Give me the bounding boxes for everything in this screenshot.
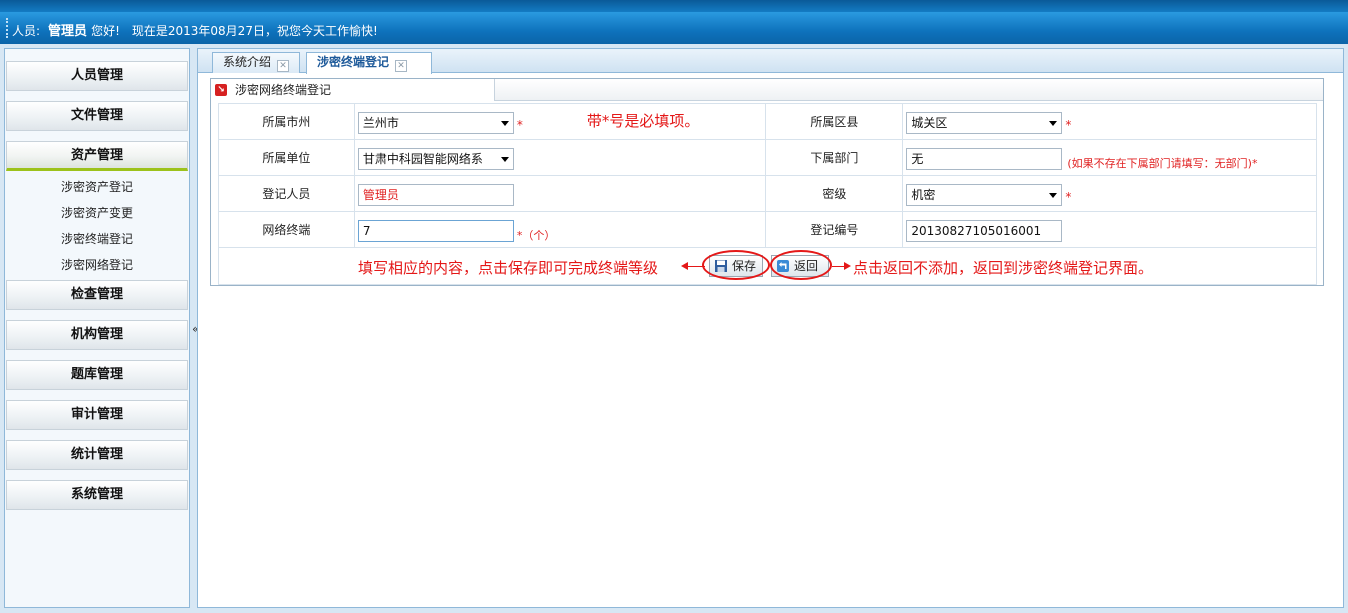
top-header: 人员: 管理员 您好! 现在是2013年08月27日，祝您今天工作愉快!	[0, 0, 1348, 44]
dept-label: 下属部门	[765, 139, 904, 176]
menu-statistics[interactable]: 统计管理	[6, 440, 188, 470]
dropdown-arrow-icon	[500, 157, 509, 162]
dropdown-arrow-icon	[1049, 121, 1058, 126]
required-star: *	[516, 118, 523, 132]
datetime-text: 现在是2013年08月27日，祝您今天工作愉快!	[131, 24, 378, 38]
action-row: 填写相应的内容，点击保存即可完成终端等级 保存 返回 点击返回不添加，返回到涉密…	[219, 248, 1316, 284]
county-select[interactable]: 城关区	[906, 112, 1063, 134]
form-panel: ↘ 涉密网络终端登记 所属市州 兰州市 * 带*号是必填项。 所属区县 城关区 …	[210, 78, 1324, 286]
submenu-secret-asset-register[interactable]: 涉密资产登记	[5, 174, 189, 200]
menu-system[interactable]: 系统管理	[6, 480, 188, 510]
menu-files[interactable]: 文件管理	[6, 101, 188, 131]
unit-label: 所属单位	[218, 139, 355, 176]
city-select[interactable]: 兰州市	[357, 112, 514, 134]
user-label: 人员:	[12, 24, 41, 38]
annotation-arrow-left-icon	[681, 262, 688, 270]
submenu-secret-asset-change[interactable]: 涉密资产变更	[5, 200, 189, 226]
tab-label: 涉密终端登记	[317, 55, 390, 69]
panel-title: 涉密网络终端登记	[235, 83, 332, 97]
city-value: 兰州市	[362, 116, 399, 130]
user-name: 管理员	[48, 24, 88, 39]
greeting: 人员: 管理员 您好! 现在是2013年08月27日，祝您今天工作愉快!	[12, 20, 378, 39]
tab-label: 系统介绍	[223, 55, 272, 69]
dept-note: (如果不存在下属部门请填写：无部门)*	[1067, 157, 1258, 170]
back-annotation: 点击返回不添加，返回到涉密终端登记界面。	[853, 259, 1154, 277]
secret-level-label: 密级	[765, 175, 904, 212]
terminal-count-input[interactable]: 7	[357, 220, 514, 242]
tab-close-icon[interactable]: ✕	[395, 60, 408, 72]
sidebar: 人员管理 文件管理 资产管理 涉密资产登记 涉密资产变更 涉密终端登记 涉密网络…	[4, 48, 190, 608]
annotation-arrow-right-icon	[844, 262, 851, 270]
dropdown-arrow-icon	[500, 121, 509, 126]
submenu-secret-network-register[interactable]: 涉密网络登记	[5, 252, 189, 278]
arrow-down-icon: ↘	[215, 84, 227, 96]
panel-header: ↘ 涉密网络终端登记	[211, 79, 1323, 101]
secret-level-value: 机密	[911, 188, 936, 202]
panel-title-tab: ↘ 涉密网络终端登记	[211, 79, 495, 101]
back-highlight-ring	[770, 250, 832, 280]
dept-input[interactable]: 无	[906, 148, 1063, 170]
secret-level-select[interactable]: 机密	[906, 184, 1063, 206]
menu-assets[interactable]: 资产管理	[6, 141, 188, 171]
regno-label: 登记编号	[765, 211, 904, 248]
city-label: 所属市州	[218, 103, 355, 140]
required-note: 带*号是必填项。	[586, 112, 700, 130]
county-label: 所属区县	[765, 103, 904, 140]
menu-personnel[interactable]: 人员管理	[6, 61, 188, 91]
tab-close-icon[interactable]: ✕	[277, 60, 290, 72]
unit-value: 甘肃中科园智能网络系	[362, 152, 483, 166]
hello-text: 您好!	[91, 24, 120, 38]
required-star: *	[1065, 118, 1072, 132]
save-annotation: 填写相应的内容，点击保存即可完成终端等级	[358, 259, 659, 277]
registrant-label: 登记人员	[218, 175, 355, 212]
menu-question-bank[interactable]: 题库管理	[6, 360, 188, 390]
terminal-register-form: 所属市州 兰州市 * 带*号是必填项。 所属区县 城关区 * 所属单位 甘肃中科…	[218, 103, 1317, 285]
submenu-secret-terminal-register[interactable]: 涉密终端登记	[5, 226, 189, 252]
terminal-unit: *（个）	[516, 229, 556, 242]
regno-input[interactable]: 20130827105016001	[906, 220, 1063, 242]
registrant-input[interactable]: 管理员	[357, 184, 514, 206]
county-value: 城关区	[911, 116, 948, 130]
terminal-label: 网络终端	[218, 211, 355, 248]
save-highlight-ring	[702, 250, 770, 280]
tab-system-intro[interactable]: 系统介绍 ✕	[212, 52, 300, 73]
unit-select[interactable]: 甘肃中科园智能网络系	[357, 148, 514, 170]
asset-submenu: 涉密资产登记 涉密资产变更 涉密终端登记 涉密网络登记	[5, 171, 189, 280]
dropdown-arrow-icon	[1049, 193, 1058, 198]
header-grip	[6, 18, 8, 38]
menu-organization[interactable]: 机构管理	[6, 320, 188, 350]
required-star: *	[1065, 190, 1072, 204]
menu-audit[interactable]: 审计管理	[6, 400, 188, 430]
tab-secret-terminal-register[interactable]: 涉密终端登记 ✕	[306, 52, 432, 74]
tab-strip: 系统介绍 ✕ 涉密终端登记 ✕	[198, 49, 1343, 74]
main-content: 系统介绍 ✕ 涉密终端登记 ✕ ↘ 涉密网络终端登记 所属市州 兰州市 * 带*号是…	[197, 48, 1344, 608]
menu-inspection[interactable]: 检查管理	[6, 280, 188, 310]
